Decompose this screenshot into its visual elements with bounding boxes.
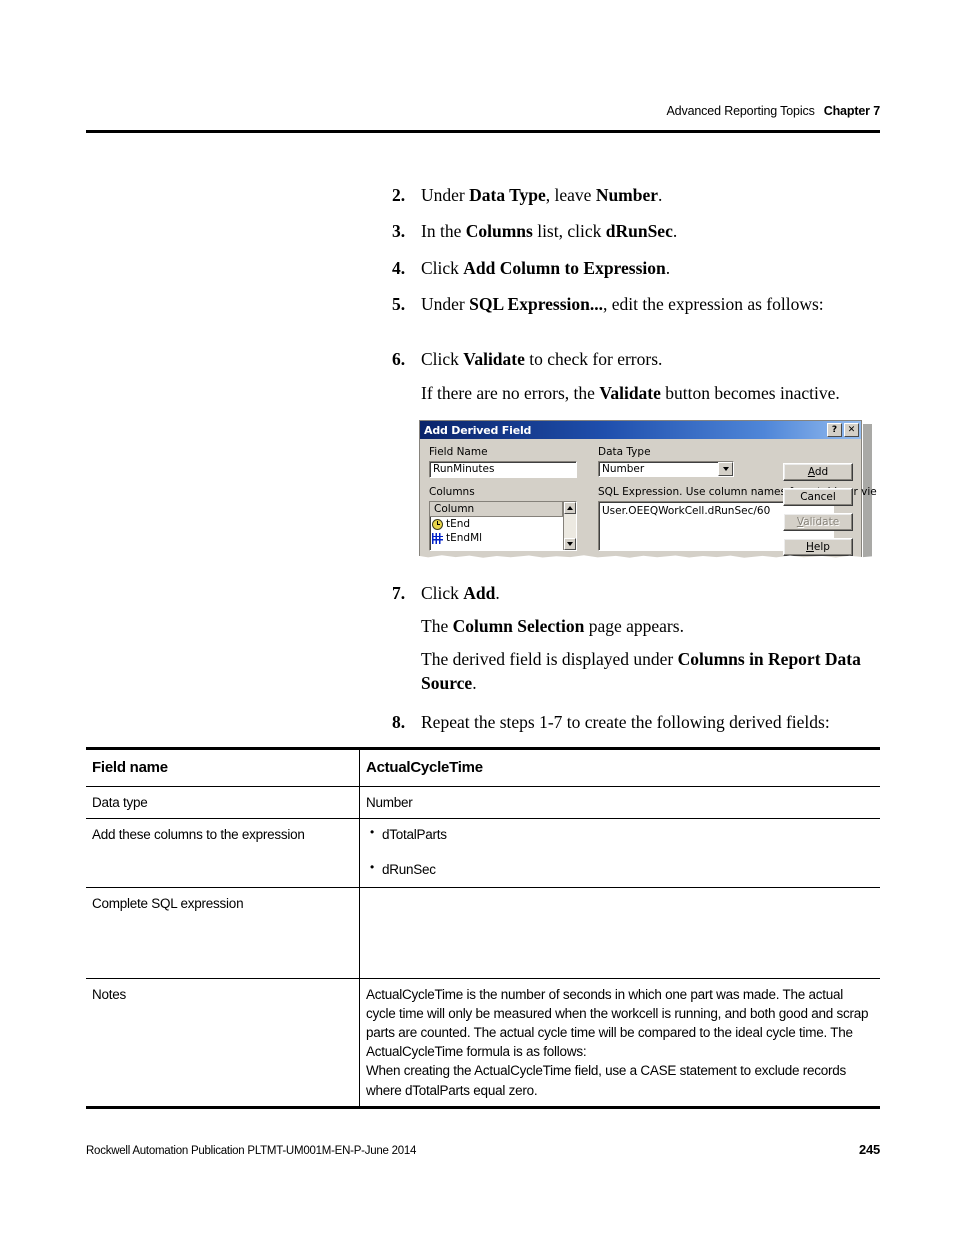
step-text: Click Add Column to Expression.: [421, 257, 671, 278]
row-value: dTotalParts dRunSec: [359, 818, 880, 888]
scroll-up-icon[interactable]: [564, 502, 576, 514]
list-item[interactable]: tEnd: [430, 517, 563, 531]
step-number: 7.: [392, 583, 406, 603]
step-7: 7. Click Add. The Column Selection page …: [392, 582, 882, 695]
notes-paragraph-2: When creating the ActualCycleTime field,…: [366, 1063, 846, 1098]
columns-list-body: Column tEnd tEndMl: [430, 502, 563, 550]
running-header: Advanced Reporting Topics Chapter 7: [86, 104, 880, 118]
field-name-label: Field Name: [429, 446, 488, 458]
step-text: Click Validate to check for errors.: [421, 349, 663, 369]
clock-icon: [432, 518, 443, 530]
columns-label: Columns: [429, 486, 475, 498]
row-label: Data type: [86, 786, 360, 820]
table-row: Notes ActualCycleTime is the number of s…: [86, 978, 880, 1109]
data-type-value: Number: [602, 463, 645, 475]
row-label: Notes: [86, 978, 360, 1109]
row-value: ActualCycleTime is the number of seconds…: [359, 978, 880, 1109]
procedure-steps: 2. Under Data Type, leave Number. 3. In …: [392, 184, 882, 419]
step-spacer: [392, 329, 882, 348]
dialog-button-column: Add Cancel Validate Help: [783, 463, 853, 558]
field-name-input[interactable]: RunMinutes: [429, 461, 577, 478]
list-item-label: tEndMl: [446, 532, 483, 544]
step-text: Under SQL Expression..., edit the expres…: [421, 293, 824, 314]
step-text: Click Add.: [421, 583, 500, 603]
bullet-list: dTotalParts dRunSec: [366, 824, 872, 879]
table-header-value: ActualCycleTime: [359, 746, 880, 788]
table-row: Complete SQL expression: [86, 887, 880, 979]
dialog-title: Add Derived Field: [424, 423, 532, 437]
data-type-group: Data Type Number: [598, 446, 734, 478]
table-row: Add these columns to the expression dTot…: [86, 818, 880, 888]
step-number: 2.: [392, 185, 406, 205]
derived-field-spec-table: Field name ActualCycleTime Data type Num…: [86, 746, 880, 1109]
data-type-label: Data Type: [598, 446, 651, 458]
add-button[interactable]: Add: [783, 463, 853, 481]
columns-group: Columns Column tEnd tEndMl: [429, 486, 577, 551]
columns-list-header[interactable]: Column: [430, 502, 563, 517]
procedure-steps-continued: 7. Click Add. The Column Selection page …: [392, 582, 882, 747]
header-rule: [86, 130, 880, 133]
row-value: [359, 887, 880, 979]
step-4: 4. Click Add Column to Expression.: [392, 257, 882, 280]
row-value: Number: [359, 786, 880, 820]
add-derived-field-dialog: Add Derived Field ? ✕ Field Name RunMinu…: [419, 420, 877, 558]
notes-paragraph-1: ActualCycleTime is the number of seconds…: [366, 986, 869, 1060]
step-text: Repeat the steps 1-7 to create the follo…: [421, 712, 830, 733]
step-7-note-1: The Column Selection page appears.: [421, 615, 684, 636]
table-header-label: Field name: [86, 746, 360, 788]
list-item-label: tEnd: [446, 518, 471, 530]
step-number: 8.: [392, 712, 406, 733]
running-head-text: Advanced Reporting Topics: [666, 104, 815, 118]
step-7-note-2: The derived field is displayed under Col…: [421, 649, 861, 693]
help-titlebar-button[interactable]: ?: [827, 423, 842, 437]
page-footer: Rockwell Automation Publication PLTMT-UM…: [86, 1142, 880, 1157]
table-header-row: Field name ActualCycleTime: [86, 746, 880, 788]
step-2: 2. Under Data Type, leave Number.: [392, 184, 882, 207]
chevron-down-icon[interactable]: [718, 462, 733, 476]
data-type-select[interactable]: Number: [598, 461, 734, 477]
scroll-down-icon[interactable]: [564, 538, 576, 550]
step-8: 8. Repeat the steps 1-7 to create the fo…: [392, 711, 882, 734]
table-row: Data type Number: [86, 786, 880, 820]
publication-id: Rockwell Automation Publication PLTMT-UM…: [86, 1145, 417, 1157]
page-number: 245: [859, 1142, 880, 1157]
step-5: 5. Under SQL Expression..., edit the exp…: [392, 293, 882, 316]
chapter-label: Chapter 7: [823, 104, 880, 118]
grid-icon: [432, 532, 443, 544]
add-derived-field-screenshot: Add Derived Field ? ✕ Field Name RunMinu…: [419, 420, 877, 558]
row-label: Add these columns to the expression: [86, 818, 360, 888]
help-button[interactable]: Help: [783, 538, 853, 556]
step-number: 6.: [392, 349, 406, 369]
step-3: 3. In the Columns list, click dRunSec.: [392, 220, 882, 243]
step-6-note: If there are no errors, the Validate but…: [421, 382, 840, 403]
step-text: In the Columns list, click dRunSec.: [421, 221, 678, 242]
step-6: 6. Click Validate to check for errors. I…: [392, 348, 882, 405]
validate-button: Validate: [783, 513, 853, 531]
list-item: dRunSec: [370, 859, 872, 879]
dialog-titlebar: Add Derived Field ? ✕: [420, 421, 861, 439]
row-label: Complete SQL expression: [86, 887, 360, 979]
columns-scrollbar[interactable]: [563, 502, 576, 550]
step-text: Under Data Type, leave Number.: [421, 185, 663, 205]
step-number: 5.: [392, 293, 406, 314]
cancel-button[interactable]: Cancel: [783, 488, 853, 506]
list-item: dTotalParts: [370, 824, 872, 844]
list-item[interactable]: tEndMl: [430, 531, 563, 545]
columns-listbox[interactable]: Column tEnd tEndMl: [429, 501, 577, 551]
scrollbar-track[interactable]: [564, 514, 576, 538]
close-icon[interactable]: ✕: [844, 423, 859, 437]
step-number: 3.: [392, 221, 406, 242]
step-number: 4.: [392, 257, 406, 278]
dialog-body: Field Name RunMinutes Data Type Number C…: [420, 439, 877, 556]
field-name-group: Field Name RunMinutes: [429, 446, 577, 478]
